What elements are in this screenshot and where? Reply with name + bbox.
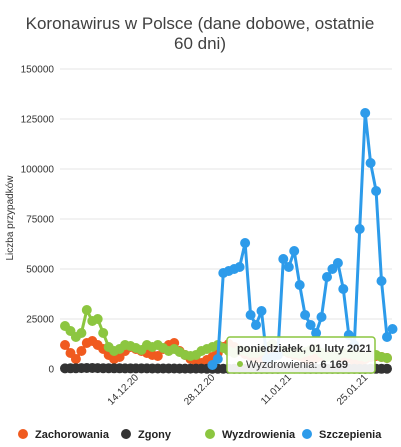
tooltip: poniedziałek, 01 luty 2021 Wyzdrowienia:…: [226, 336, 376, 374]
x-tick-label: 14.12.20: [106, 372, 142, 408]
x-tick-label: 25.01.21: [335, 372, 371, 408]
chart: Koronawirus w Polsce (dane dobowe, ostat…: [5, 14, 398, 441]
legend-label: Wyzdrowienia: [222, 429, 296, 441]
svg-text:Wyzdrowienia: 6 169: Wyzdrowienia: 6 169: [246, 359, 348, 371]
y-tick-label: 25000: [26, 315, 54, 326]
data-point: [240, 238, 251, 248]
data-point: [371, 186, 382, 196]
legend-marker: [18, 429, 28, 439]
tooltip-value: 6 169: [321, 359, 349, 371]
data-point: [365, 158, 376, 168]
y-tick-label: 50000: [26, 265, 54, 276]
data-point: [283, 262, 294, 272]
data-point: [338, 284, 349, 294]
legend-item[interactable]: Zgony: [121, 429, 172, 441]
data-point: [387, 324, 398, 334]
legend-label: Zgony: [138, 429, 172, 441]
data-point: [300, 310, 311, 320]
chart-title-line2: 60 dni): [174, 34, 226, 53]
data-point: [382, 363, 392, 374]
legend-marker: [121, 429, 131, 439]
series-line: [211, 111, 394, 367]
data-point: [354, 224, 365, 234]
x-tick-label: 11.01.21: [259, 372, 294, 407]
tooltip-date: poniedziałek, 01 luty 2021: [237, 343, 372, 355]
gridlines: [60, 68, 392, 370]
data-point: [256, 306, 267, 316]
chart-title: Koronawirus w Polsce (dane dobowe, ostat…: [26, 14, 375, 33]
data-point: [92, 314, 103, 324]
data-point: [316, 312, 327, 322]
tooltip-series-marker: [237, 361, 243, 367]
data-point: [332, 258, 343, 268]
y-tick-label: 150000: [21, 65, 55, 76]
y-tick-label: 125000: [21, 115, 55, 126]
plot-area: [60, 108, 398, 374]
legend-marker: [205, 429, 215, 439]
y-axis-title: Liczba przypadków: [5, 175, 16, 261]
data-point: [294, 280, 305, 290]
data-point: [251, 320, 261, 330]
data-point: [360, 108, 371, 118]
tooltip-series-label: Wyzdrowienia: [246, 359, 315, 371]
y-axis-ticks: 0 25000 50000 75000 100000 125000 150000: [21, 65, 55, 376]
data-point: [98, 328, 109, 338]
legend-label: Szczepienia: [319, 429, 382, 441]
data-point: [81, 305, 92, 315]
legend-marker: [302, 429, 312, 439]
data-point: [76, 328, 87, 338]
x-axis-ticks: 14.12.20 28.12.20 11.01.21 25.01.21: [106, 372, 371, 408]
series: [207, 108, 398, 370]
y-tick-label: 100000: [21, 165, 55, 176]
data-point: [234, 262, 245, 272]
x-tick-label: 28.12.20: [182, 372, 218, 408]
legend-label: Zachorowania: [35, 429, 110, 441]
legend-item[interactable]: Wyzdrowienia: [205, 429, 296, 441]
data-point: [289, 246, 300, 256]
data-point: [382, 353, 392, 363]
data-point: [376, 276, 387, 286]
y-tick-label: 75000: [26, 215, 54, 226]
y-tick-label: 0: [48, 365, 54, 376]
data-point: [212, 354, 223, 364]
data-point: [245, 310, 256, 320]
legend-item[interactable]: Szczepienia: [302, 429, 382, 441]
legend-item[interactable]: Zachorowania: [18, 429, 110, 441]
legend: Zachorowania Zgony Wyzdrowienia Szczepienia: [18, 429, 382, 441]
